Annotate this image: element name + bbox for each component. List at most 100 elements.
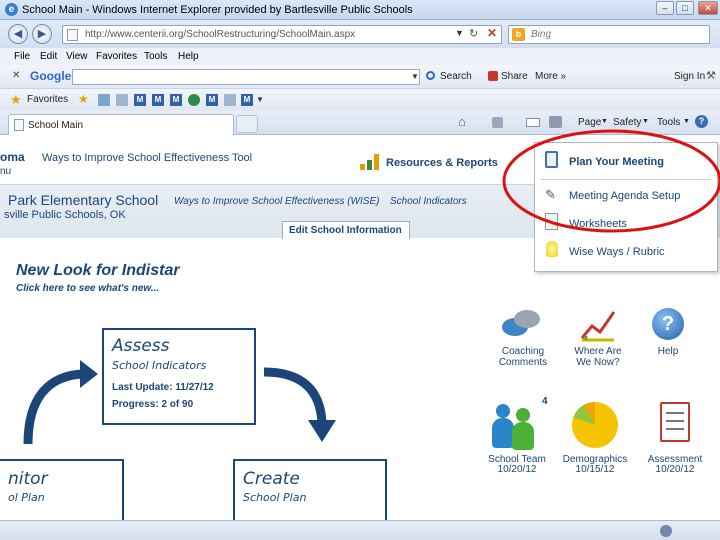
menu-help[interactable]: Help [178,51,199,62]
assessment-label-2: 10/20/12 [655,464,695,475]
m-favicon-4-icon[interactable]: M [206,94,218,106]
google-sign-in[interactable]: Sign In [674,71,705,82]
menu-bar: File Edit View Favorites Tools Help [0,48,720,65]
highlight-circle [502,129,720,233]
minimize-button[interactable]: – [656,1,674,15]
school-indicators-link[interactable]: School Indicators [390,196,467,207]
close-button[interactable]: ✕ [698,1,718,15]
assess-panel[interactable]: Assess School Indicators Last Update: 11… [102,328,256,425]
maximize-button[interactable]: □ [676,1,694,15]
resources-reports-link[interactable]: Resources & Reports [386,157,498,169]
page-menu-arrow-icon: ▼ [601,118,608,125]
close-toolbar-icon[interactable]: ✕ [12,70,20,81]
address-url: http://www.centerii.org/SchoolRestructur… [85,29,356,40]
school-team-tile[interactable]: 4 School Team 10/20/12 [484,396,550,475]
add-favorite-icon[interactable]: ★ [78,92,89,106]
google-more-button[interactable]: More » [535,71,566,82]
wise-ways-item[interactable]: Wise Ways / Rubric [535,239,717,265]
google-logo: Google [30,69,72,83]
new-tab-button[interactable] [236,115,258,133]
ie-icon: e [5,3,18,16]
page-icon [67,29,78,41]
lightbulb-icon [546,241,558,257]
org-name-partial-2: nu [0,166,12,177]
star-icon: ★ [10,92,22,107]
people-icon [492,402,540,450]
wise-ways-label: Wise Ways / Rubric [569,246,665,258]
tab-label: School Main [28,120,84,131]
menu-favorites[interactable]: Favorites [96,51,137,62]
monitor-subtitle: ol Plan [8,491,45,504]
google-share-button[interactable]: Share [501,71,528,82]
speech-bubbles-icon [502,310,540,338]
menu-edit[interactable]: Edit [40,51,57,62]
coaching-comments-tile[interactable]: Coaching Comments [492,306,554,368]
home-icon[interactable]: ⌂ [458,114,466,129]
tab-page-icon [14,119,24,131]
monitor-panel[interactable]: nitor ol Plan [0,459,124,529]
assessment-tile[interactable]: Assessment 10/20/12 [642,400,708,475]
menu-file[interactable]: File [14,51,30,62]
google-dropdown-icon[interactable]: ▼ [411,72,419,81]
demographics-tile[interactable]: Demographics 10/15/12 [560,400,630,475]
safety-menu-arrow-icon: ▼ [642,118,649,125]
create-subtitle: School Plan [243,491,307,504]
create-panel[interactable]: Create School Plan [233,459,387,529]
bar-chart-icon [360,154,380,170]
wise-link[interactable]: Ways to Improve School Effectiveness (WI… [174,196,379,207]
google-search-button[interactable]: Search [440,71,472,82]
status-bar [0,520,720,540]
district-name: sville Public Schools, OK [4,209,126,221]
stop-icon[interactable]: ✕ [487,26,497,40]
favorites-bar: ★ Favorites ★ M M M M M ▼ [0,89,720,111]
m-favicon-5-icon[interactable]: M [241,94,253,106]
create-title: Create [243,469,300,489]
window-titlebar: e School Main - Windows Internet Explore… [0,0,720,20]
search-field[interactable]: b Bing [508,25,710,44]
checklist-icon [660,402,690,442]
assess-last-update: Last Update: 11/27/12 [112,382,214,393]
address-field[interactable]: http://www.centerii.org/SchoolRestructur… [62,25,502,44]
favicon-3-icon[interactable] [224,94,236,106]
window-title: School Main - Windows Internet Explorer … [22,4,413,16]
wrench-icon[interactable]: ⚒ [706,69,716,82]
google-search-input[interactable] [72,69,420,85]
favorites-button[interactable]: Favorites [27,94,68,105]
tab-school-main[interactable]: School Main [8,114,234,135]
favicon-1-icon[interactable] [98,94,110,106]
menu-tools[interactable]: Tools [144,51,167,62]
favicon-2-icon[interactable] [116,94,128,106]
zoom-icon[interactable] [660,525,672,537]
share-icon [488,71,498,81]
help-label: Help [657,346,679,357]
where-label-2: We Now? [576,357,620,368]
help-tile[interactable]: ? Help [640,306,696,357]
edit-school-info-button[interactable]: Edit School Information [282,221,410,239]
globe-icon[interactable] [188,94,200,106]
whats-new-link[interactable]: Click here to see what's new... [16,283,159,294]
edit-school-info-label: Edit School Information [289,225,402,236]
m-favicon-3-icon[interactable]: M [170,94,182,106]
demographics-label-2: 10/15/12 [575,464,615,475]
where-label-1: Where Are [574,346,622,357]
assess-subtitle: School Indicators [112,359,207,372]
help-icon: ? [652,308,684,340]
menu-view[interactable]: View [66,51,88,62]
where-are-we-tile[interactable]: Where Are We Now? [566,306,630,368]
bing-icon: b [512,28,525,41]
address-toolbar: ◀ ▶ http://www.centerii.org/SchoolRestru… [0,20,720,48]
forward-button[interactable]: ▶ [32,24,52,44]
school-name: Park Elementary School [8,192,159,208]
monitor-title: nitor [8,469,48,489]
cycle-arrow-left [23,360,98,445]
m-favicon-2-icon[interactable]: M [152,94,164,106]
favorites-more-icon[interactable]: ▼ [256,95,264,104]
school-team-label-2: 10/20/12 [497,464,537,475]
new-look-heading: New Look for Indistar [16,262,180,279]
dropdown-arrow-icon[interactable]: ▼ [455,28,464,38]
back-button[interactable]: ◀ [8,24,28,44]
chart-checkmark-icon [580,311,616,342]
m-favicon-1-icon[interactable]: M [134,94,146,106]
refresh-icon[interactable]: ↻ [469,27,478,40]
badge-count: 4 [542,396,548,407]
